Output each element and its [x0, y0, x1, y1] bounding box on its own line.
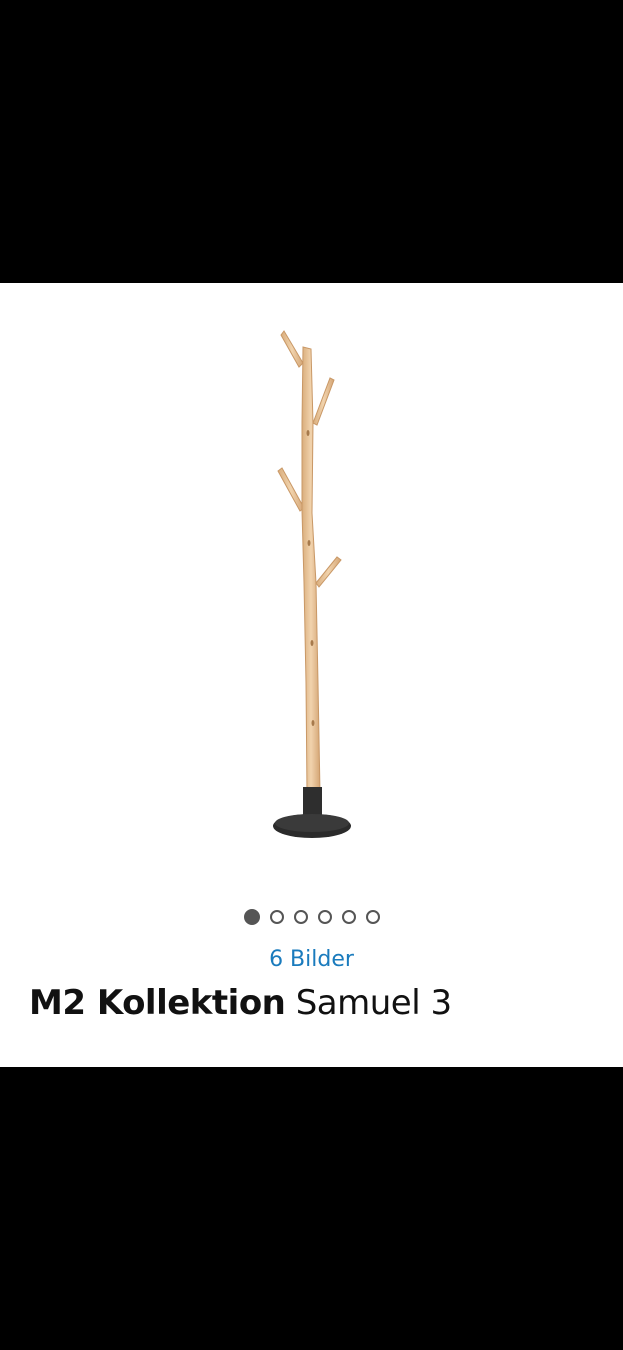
pagination-dot-3[interactable]: [293, 910, 308, 924]
pagination-dot-2[interactable]: [269, 910, 284, 924]
image-count-link[interactable]: 6 Bilder: [0, 947, 623, 972]
product-image[interactable]: [0, 283, 623, 883]
product-model: Samuel 3: [295, 983, 452, 1023]
gallery-pagination: [0, 909, 623, 925]
pagination-dot-5[interactable]: [341, 910, 356, 924]
bottom-black-bar: [0, 1067, 623, 1350]
product-card: 6 Bilder M2 Kollektion Samuel 3: [0, 283, 623, 1067]
pagination-dot-4[interactable]: [317, 910, 332, 924]
product-brand: M2 Kollektion: [29, 983, 286, 1023]
pagination-dot-6[interactable]: [365, 910, 380, 924]
product-title: M2 Kollektion Samuel 3: [29, 983, 599, 1023]
top-black-bar: [0, 0, 623, 283]
pagination-dot-1[interactable]: [243, 909, 260, 925]
coat-stand-icon: [273, 330, 351, 838]
